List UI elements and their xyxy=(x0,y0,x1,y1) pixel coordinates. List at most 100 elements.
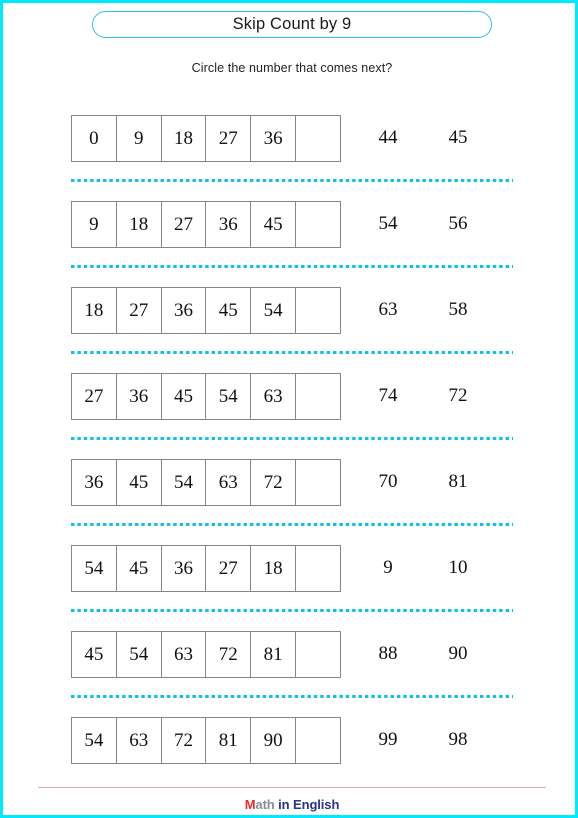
sequence-cell: 81 xyxy=(251,632,296,678)
sequence-cell: 54 xyxy=(206,374,252,420)
row-separator xyxy=(71,609,513,612)
sequence-cell: 45 xyxy=(161,374,207,420)
sequence-grid: 45 54 63 72 81 xyxy=(71,631,341,678)
sequence-cell: 45 xyxy=(72,632,117,678)
sequence-grid: 54 63 72 81 90 xyxy=(71,717,341,764)
exercise-row: 0 9 18 27 36 44 45 xyxy=(3,115,575,201)
sequence-cell: 0 xyxy=(72,116,117,162)
answer-choices: 44 45 xyxy=(353,115,493,161)
footer-logo: Math in English xyxy=(3,797,575,812)
sequence-cell: 27 xyxy=(206,546,252,592)
answer-choice[interactable]: 56 xyxy=(423,213,493,235)
sequence-answer-blank[interactable] xyxy=(295,116,341,162)
sequence-grid: 9 18 27 36 45 xyxy=(71,201,341,248)
sequence-cell: 18 xyxy=(251,546,296,592)
sequence-cell: 9 xyxy=(116,116,162,162)
answer-choice[interactable]: 9 xyxy=(353,557,423,579)
sequence-cell: 72 xyxy=(206,632,252,678)
row-separator xyxy=(71,265,513,268)
exercise-row: 9 18 27 36 45 54 56 xyxy=(3,201,575,287)
exercise-list: 0 9 18 27 36 44 45 9 18 27 36 45 54 56 18 27 36 45 54 63 58 2… xyxy=(3,115,575,803)
sequence-cell: 72 xyxy=(251,460,296,506)
answer-choice[interactable]: 63 xyxy=(353,299,423,321)
sequence-cell: 36 xyxy=(206,202,252,248)
sequence-grid: 18 27 36 45 54 xyxy=(71,287,341,334)
sequence-grid: 27 36 45 54 63 xyxy=(71,373,341,420)
answer-choices: 99 98 xyxy=(353,717,493,763)
sequence-cell: 36 xyxy=(161,546,207,592)
sequence-cell: 54 xyxy=(161,460,207,506)
row-separator xyxy=(71,437,513,440)
answer-choice[interactable]: 58 xyxy=(423,299,493,321)
answer-choice[interactable]: 54 xyxy=(353,213,423,235)
answer-choices: 74 72 xyxy=(353,373,493,419)
exercise-row: 45 54 63 72 81 88 90 xyxy=(3,631,575,717)
sequence-answer-blank[interactable] xyxy=(295,718,341,764)
answer-choice[interactable]: 74 xyxy=(353,385,423,407)
sequence-cell: 54 xyxy=(251,288,296,334)
answer-choice[interactable]: 81 xyxy=(423,471,493,493)
answer-choices: 88 90 xyxy=(353,631,493,677)
answer-choice[interactable]: 70 xyxy=(353,471,423,493)
sequence-cell: 90 xyxy=(251,718,296,764)
instruction-text: Circle the number that comes next? xyxy=(191,61,393,75)
sequence-cell: 18 xyxy=(72,288,117,334)
exercise-row: 18 27 36 45 54 63 58 xyxy=(3,287,575,373)
exercise-row: 54 63 72 81 90 99 98 xyxy=(3,717,575,803)
exercise-row: 27 36 45 54 63 74 72 xyxy=(3,373,575,459)
sequence-answer-blank[interactable] xyxy=(295,546,341,592)
row-separator xyxy=(71,523,513,526)
sequence-cell: 36 xyxy=(251,116,296,162)
sequence-cell: 36 xyxy=(116,374,162,420)
page-title: Skip Count by 9 xyxy=(232,15,352,34)
sequence-cell: 63 xyxy=(251,374,296,420)
sequence-cell: 63 xyxy=(161,632,207,678)
logo-text-rest: in English xyxy=(274,797,340,812)
sequence-cell: 18 xyxy=(116,202,162,248)
sequence-cell: 54 xyxy=(72,718,117,764)
sequence-grid: 36 45 54 63 72 xyxy=(71,459,341,506)
sequence-answer-blank[interactable] xyxy=(295,202,341,248)
sequence-answer-blank[interactable] xyxy=(295,288,341,334)
answer-choice[interactable]: 90 xyxy=(423,643,493,665)
sequence-cell: 27 xyxy=(72,374,117,420)
answer-choice[interactable]: 88 xyxy=(353,643,423,665)
sequence-grid: 0 9 18 27 36 xyxy=(71,115,341,162)
answer-choice[interactable]: 44 xyxy=(353,127,423,149)
title-pill: Skip Count by 9 xyxy=(92,11,492,38)
sequence-cell: 54 xyxy=(72,546,117,592)
sequence-answer-blank[interactable] xyxy=(295,460,341,506)
worksheet-page: Skip Count by 9 Circle the number that c… xyxy=(0,0,578,818)
answer-choice[interactable]: 99 xyxy=(353,729,423,751)
sequence-cell: 27 xyxy=(116,288,162,334)
answer-choices: 70 81 xyxy=(353,459,493,505)
sequence-answer-blank[interactable] xyxy=(295,632,341,678)
answer-choice[interactable]: 10 xyxy=(423,557,493,579)
logo-text-ath: ath xyxy=(255,797,275,812)
sequence-cell: 45 xyxy=(116,546,162,592)
sequence-grid: 54 45 36 27 18 xyxy=(71,545,341,592)
answer-choices: 9 10 xyxy=(353,545,493,591)
sequence-cell: 27 xyxy=(206,116,252,162)
row-separator xyxy=(71,179,513,182)
sequence-cell: 18 xyxy=(161,116,207,162)
sequence-cell: 9 xyxy=(72,202,117,248)
sequence-cell: 45 xyxy=(206,288,252,334)
exercise-row: 54 45 36 27 18 9 10 xyxy=(3,545,575,631)
answer-choice[interactable]: 98 xyxy=(423,729,493,751)
sequence-cell: 63 xyxy=(116,718,162,764)
sequence-answer-blank[interactable] xyxy=(295,374,341,420)
row-separator xyxy=(71,351,513,354)
answer-choice[interactable]: 45 xyxy=(423,127,493,149)
footer-divider xyxy=(38,787,546,789)
sequence-cell: 27 xyxy=(161,202,207,248)
row-separator xyxy=(71,695,513,698)
worksheet-header: Skip Count by 9 xyxy=(3,11,575,38)
answer-choice[interactable]: 72 xyxy=(423,385,493,407)
sequence-cell: 45 xyxy=(116,460,162,506)
answer-choices: 54 56 xyxy=(353,201,493,247)
sequence-cell: 36 xyxy=(72,460,117,506)
sequence-cell: 72 xyxy=(161,718,207,764)
logo-letter-m: M xyxy=(244,797,256,812)
sequence-cell: 81 xyxy=(206,718,252,764)
